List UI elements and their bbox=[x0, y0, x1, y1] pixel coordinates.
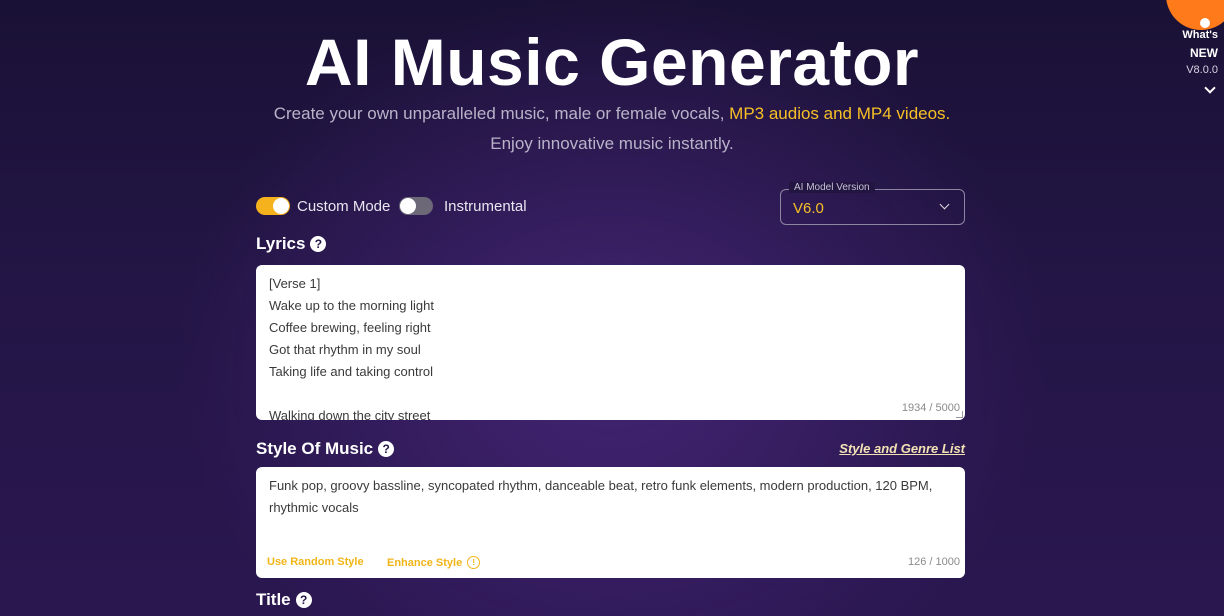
custom-mode-label: Custom Mode bbox=[297, 198, 391, 215]
lyrics-label: Lyrics bbox=[256, 234, 306, 253]
toggle-knob bbox=[273, 198, 289, 214]
enhance-style-label: Enhance Style bbox=[387, 556, 463, 569]
lyrics-char-counter: 1934 / 5000 bbox=[901, 402, 960, 414]
style-textarea[interactable]: Funk pop, groovy bassline, syncopated rh… bbox=[256, 467, 965, 578]
page-subtitle: Create your own unparalleled music, male… bbox=[0, 104, 1224, 124]
coin-icon: ! bbox=[467, 556, 481, 569]
use-random-style-label: Use Random Style bbox=[267, 556, 364, 568]
page-subtitle-line2: Enjoy innovative music instantly. bbox=[490, 134, 734, 153]
lyrics-heading: Lyrics ? bbox=[256, 234, 327, 254]
instrumental-label: Instrumental bbox=[444, 198, 527, 215]
page-title: AI Music Generator bbox=[304, 25, 920, 99]
lyrics-line: [Verse 1] bbox=[269, 276, 321, 291]
lyrics-line: Taking life and taking control bbox=[269, 364, 434, 379]
lyrics-line: Wake up to the morning light bbox=[269, 298, 434, 313]
subtitle-text: Create your own unparalleled music, male… bbox=[273, 104, 730, 123]
custom-mode-toggle[interactable] bbox=[256, 197, 290, 215]
chevron-down-icon bbox=[939, 199, 950, 210]
title-heading: Title ? bbox=[256, 590, 312, 610]
model-version-legend: AI Model Version bbox=[789, 182, 875, 193]
title-label: Title bbox=[256, 590, 291, 609]
model-version-select[interactable]: AI Model Version V6.0 bbox=[780, 182, 965, 225]
style-genre-list-link[interactable]: Style and Genre List bbox=[839, 441, 965, 456]
toggle-knob bbox=[400, 198, 416, 214]
resize-handle-icon[interactable] bbox=[956, 411, 963, 418]
lyrics-textarea[interactable]: [Verse 1] Wake up to the morning light C… bbox=[256, 265, 965, 420]
style-label: Style Of Music bbox=[256, 439, 374, 458]
style-text: Funk pop, groovy bassline, syncopated rh… bbox=[269, 478, 933, 515]
use-random-style-button[interactable]: Use Random Style bbox=[267, 556, 364, 568]
style-heading: Style Of Music ? bbox=[256, 439, 395, 459]
enhance-style-button[interactable]: Enhance Style ! bbox=[387, 556, 481, 569]
model-version-value: V6.0 bbox=[793, 200, 824, 217]
help-icon[interactable]: ? bbox=[378, 441, 395, 457]
lyrics-line: Walking down the city street bbox=[269, 408, 431, 420]
help-icon[interactable]: ? bbox=[310, 236, 327, 252]
subtitle-highlight: MP3 audios and MP4 videos. bbox=[729, 104, 951, 123]
instrumental-toggle[interactable] bbox=[399, 197, 433, 215]
lyrics-line: Got that rhythm in my soul bbox=[269, 342, 421, 357]
page: What's NEW V8.0.0 AI Music Generator Cre… bbox=[0, 0, 1224, 616]
help-icon[interactable]: ? bbox=[295, 592, 312, 608]
style-char-counter: 126 / 1000 bbox=[908, 556, 960, 568]
lyrics-line: Coffee brewing, feeling right bbox=[269, 320, 431, 335]
